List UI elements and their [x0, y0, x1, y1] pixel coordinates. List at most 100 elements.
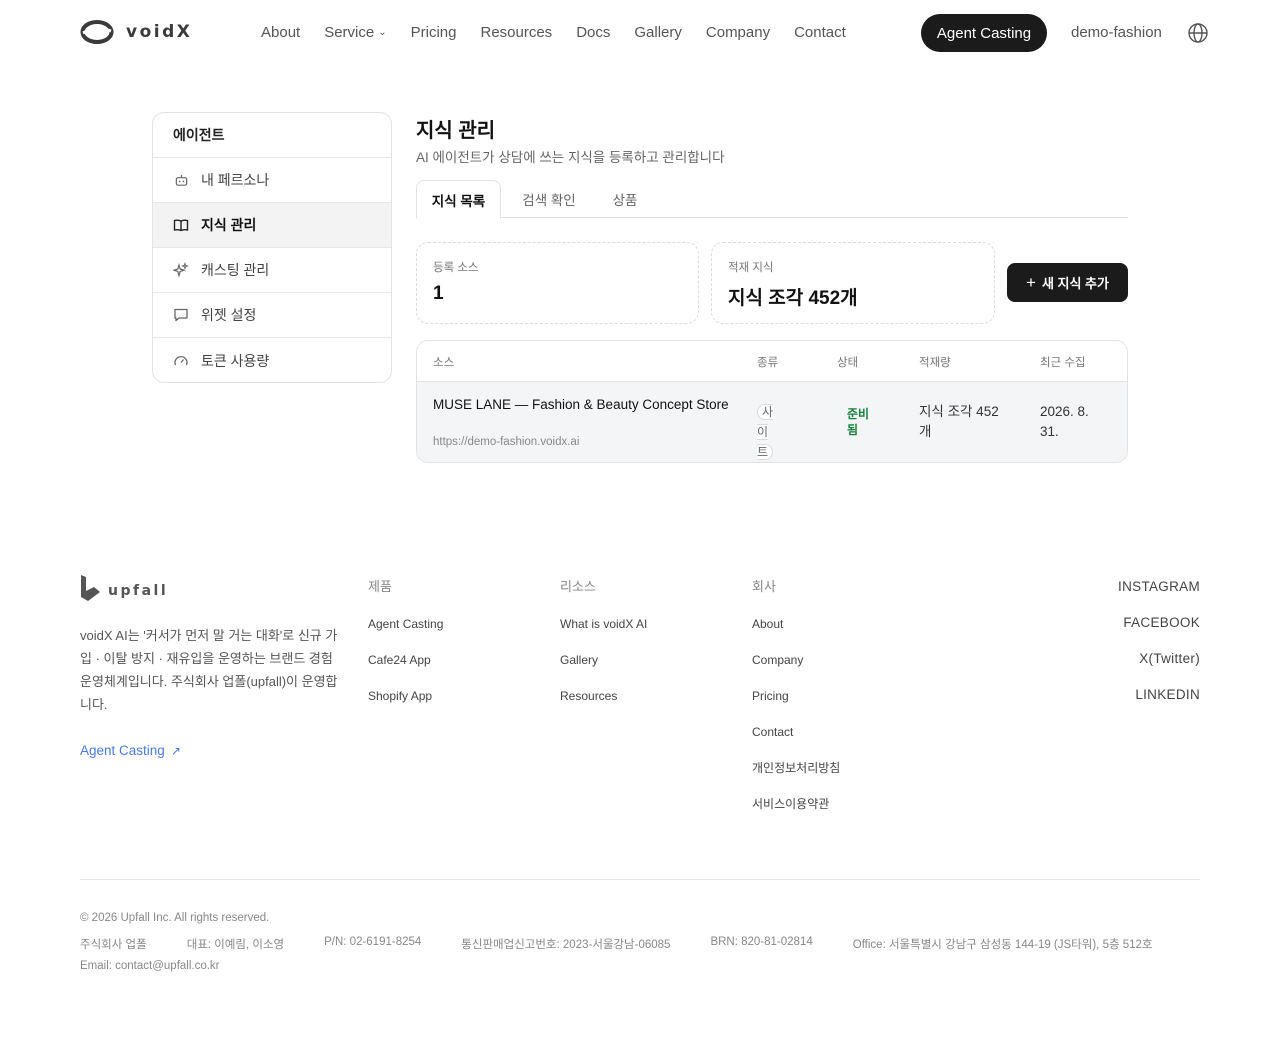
social-link-facebook[interactable]: FACEBOOK [1118, 614, 1200, 650]
company-ceo: 대표: 이예림, 이소영 [186, 939, 285, 951]
sidebar-item-token-usage[interactable]: 토큰 사용량 [153, 338, 391, 382]
source-url[interactable]: https://demo-fashion.voidx.ai [433, 436, 579, 448]
knowledge-tabs: 지식 목록 검색 확인 상품 [416, 180, 1128, 219]
column-header-source: 소스 [433, 357, 455, 369]
footer-link[interactable]: About [752, 616, 840, 652]
table-row[interactable]: MUSE LANE — Fashion & Beauty Concept Sto… [417, 382, 1127, 462]
upfall-logo[interactable]: upfall [80, 574, 168, 602]
footer-column-title: 회사 [752, 579, 776, 594]
site-header: voidX About Service ⌄ Pricing Resources D… [0, 0, 1280, 66]
add-knowledge-label: 새 지식 추가 [1041, 276, 1109, 291]
footer-link[interactable]: Agent Casting [368, 616, 443, 652]
footer-column-title: 리소스 [560, 579, 596, 594]
footer-link[interactable]: 서비스이용약관 [752, 796, 840, 832]
agent-sidebar: 에이전트 내 페르소나 지식 관리 캐스팅 관리 위젯 설정 토큰 사용량 [152, 112, 392, 383]
nav-resources-label: Resources [480, 24, 553, 41]
footer-link[interactable]: Company [752, 652, 840, 688]
copyright: © 2026 Upfall Inc. All rights reserved. [80, 912, 270, 924]
footer-link[interactable]: Resources [560, 688, 647, 724]
chat-bubble-icon [173, 307, 189, 323]
social-link-x-twitter[interactable]: X(Twitter) [1118, 650, 1200, 686]
sidebar-item-knowledge[interactable]: 지식 관리 [153, 203, 391, 248]
nav-gallery[interactable]: Gallery [634, 24, 682, 41]
stat-card-sources: 등록 소스 1 [416, 242, 699, 324]
amount-cell: 지식 조각 452개 [919, 404, 999, 439]
stat-value: 1 [433, 283, 444, 304]
page-title: 지식 관리 [416, 120, 496, 142]
stat-label: 등록 소스 [433, 262, 479, 274]
plus-icon: + [1026, 273, 1036, 292]
footer-link[interactable]: Shopify App [368, 688, 443, 724]
nav-docs-label: Docs [576, 24, 611, 41]
footer-link[interactable]: 개인정보처리방침 [752, 760, 840, 796]
chevron-down-icon: ⌄ [378, 27, 387, 38]
page-subtitle: AI 에이전트가 상담에 쓰는 지식을 등록하고 관리합니다 [416, 150, 725, 165]
nav-company-label: Company [705, 24, 771, 41]
footer-link[interactable]: Gallery [560, 652, 647, 688]
column-header-last-collected: 최근 수집 [1040, 357, 1086, 369]
company-name: 주식회사 업폴 [80, 939, 147, 951]
nav-service[interactable]: Service ⌄ [324, 24, 386, 41]
column-header-type: 종류 [757, 357, 779, 369]
sidebar-item-persona[interactable]: 내 페르소나 [153, 158, 391, 203]
footer-column-company: 회사 About Company Pricing Contact 개인정보처리방… [752, 576, 840, 832]
company-ecommerce-number: 통신판매업신고번호: 2023-서울강남-06085 [461, 939, 671, 951]
voidx-logo-icon [80, 20, 114, 44]
agent-casting-button[interactable]: Agent Casting [921, 14, 1047, 52]
social-link-linkedin[interactable]: LINKEDIN [1118, 686, 1200, 722]
nav-pricing[interactable]: Pricing [411, 24, 457, 41]
footer-cta-label: Agent Casting [80, 743, 165, 758]
nav-resources[interactable]: Resources [480, 24, 552, 41]
company-office: Office: 서울특별시 강남구 삼성동 144-19 (JS타워), 5층 … [852, 939, 1153, 951]
brand-name: voidX [126, 22, 193, 42]
nav-service-label: Service [324, 24, 375, 41]
status-badge: 준비됨 [847, 407, 870, 437]
account-name[interactable]: demo-fashion [1071, 24, 1162, 41]
stat-card-knowledge: 적재 지식 지식 조각 452개 [711, 242, 995, 324]
company-brn: BRN: 820-81-02814 [710, 936, 813, 948]
source-title: MUSE LANE — Fashion & Beauty Concept Sto… [433, 397, 729, 412]
column-header-status: 상태 [837, 357, 859, 369]
globe-icon[interactable] [1187, 22, 1209, 44]
tab-search-check[interactable]: 검색 확인 [511, 180, 587, 218]
footer-description: voidX AI는 '커서가 먼저 말 거는 대화'로 신규 가입 · 이탈 방… [80, 628, 338, 712]
knowledge-table: 소스 종류 상태 적재량 최근 수집 MUSE LANE — Fashion &… [416, 340, 1128, 463]
company-info: 주식회사 업폴 대표: 이예림, 이소영 P/N: 02-6191-8254 통… [80, 936, 1200, 952]
sidebar-title: 에이전트 [153, 113, 391, 158]
table-header: 소스 종류 상태 적재량 최근 수집 [417, 341, 1127, 382]
footer-link[interactable]: What is voidX AI [560, 616, 647, 652]
sidebar-item-label: 위젯 설정 [201, 307, 257, 323]
add-knowledge-button[interactable]: + 새 지식 추가 [1007, 263, 1128, 302]
gauge-icon [173, 353, 189, 369]
sidebar-item-widget[interactable]: 위젯 설정 [153, 293, 391, 338]
nav-about-label: About [261, 24, 301, 41]
footer-link[interactable]: Contact [752, 724, 840, 760]
footer-column-title: 제품 [368, 579, 392, 594]
sidebar-item-casting[interactable]: 캐스팅 관리 [153, 248, 391, 293]
tab-knowledge-list[interactable]: 지식 목록 [416, 180, 501, 219]
sidebar-item-label: 토큰 사용량 [201, 352, 270, 369]
nav-docs[interactable]: Docs [576, 24, 610, 41]
nav-company[interactable]: Company [706, 24, 770, 41]
footer-link[interactable]: Cafe24 App [368, 652, 443, 688]
stat-value: 지식 조각 452개 [728, 288, 858, 309]
column-header-amount: 적재량 [919, 357, 951, 369]
tab-products[interactable]: 상품 [601, 180, 649, 218]
footer-divider [80, 879, 1200, 880]
arrow-up-right-icon: ↗ [170, 743, 181, 758]
footer-agent-casting-link[interactable]: Agent Casting ↗ [80, 743, 181, 758]
nav-about[interactable]: About [261, 24, 300, 41]
main-nav: About Service ⌄ Pricing Resources Docs Ga… [261, 24, 846, 41]
footer-brand-name: upfall [108, 583, 169, 599]
nav-contact[interactable]: Contact [794, 24, 846, 41]
book-icon [173, 217, 189, 233]
footer-column-products: 제품 Agent Casting Cafe24 App Shopify App [368, 576, 443, 724]
nav-gallery-label: Gallery [634, 24, 682, 41]
voidx-logo[interactable]: voidX [80, 19, 192, 45]
robot-icon [173, 172, 189, 188]
sidebar-item-label: 캐스팅 관리 [201, 262, 270, 278]
footer-link[interactable]: Pricing [752, 688, 840, 724]
social-link-instagram[interactable]: INSTAGRAM [1118, 578, 1200, 614]
sparkles-icon [173, 262, 189, 278]
nav-pricing-label: Pricing [410, 24, 457, 41]
